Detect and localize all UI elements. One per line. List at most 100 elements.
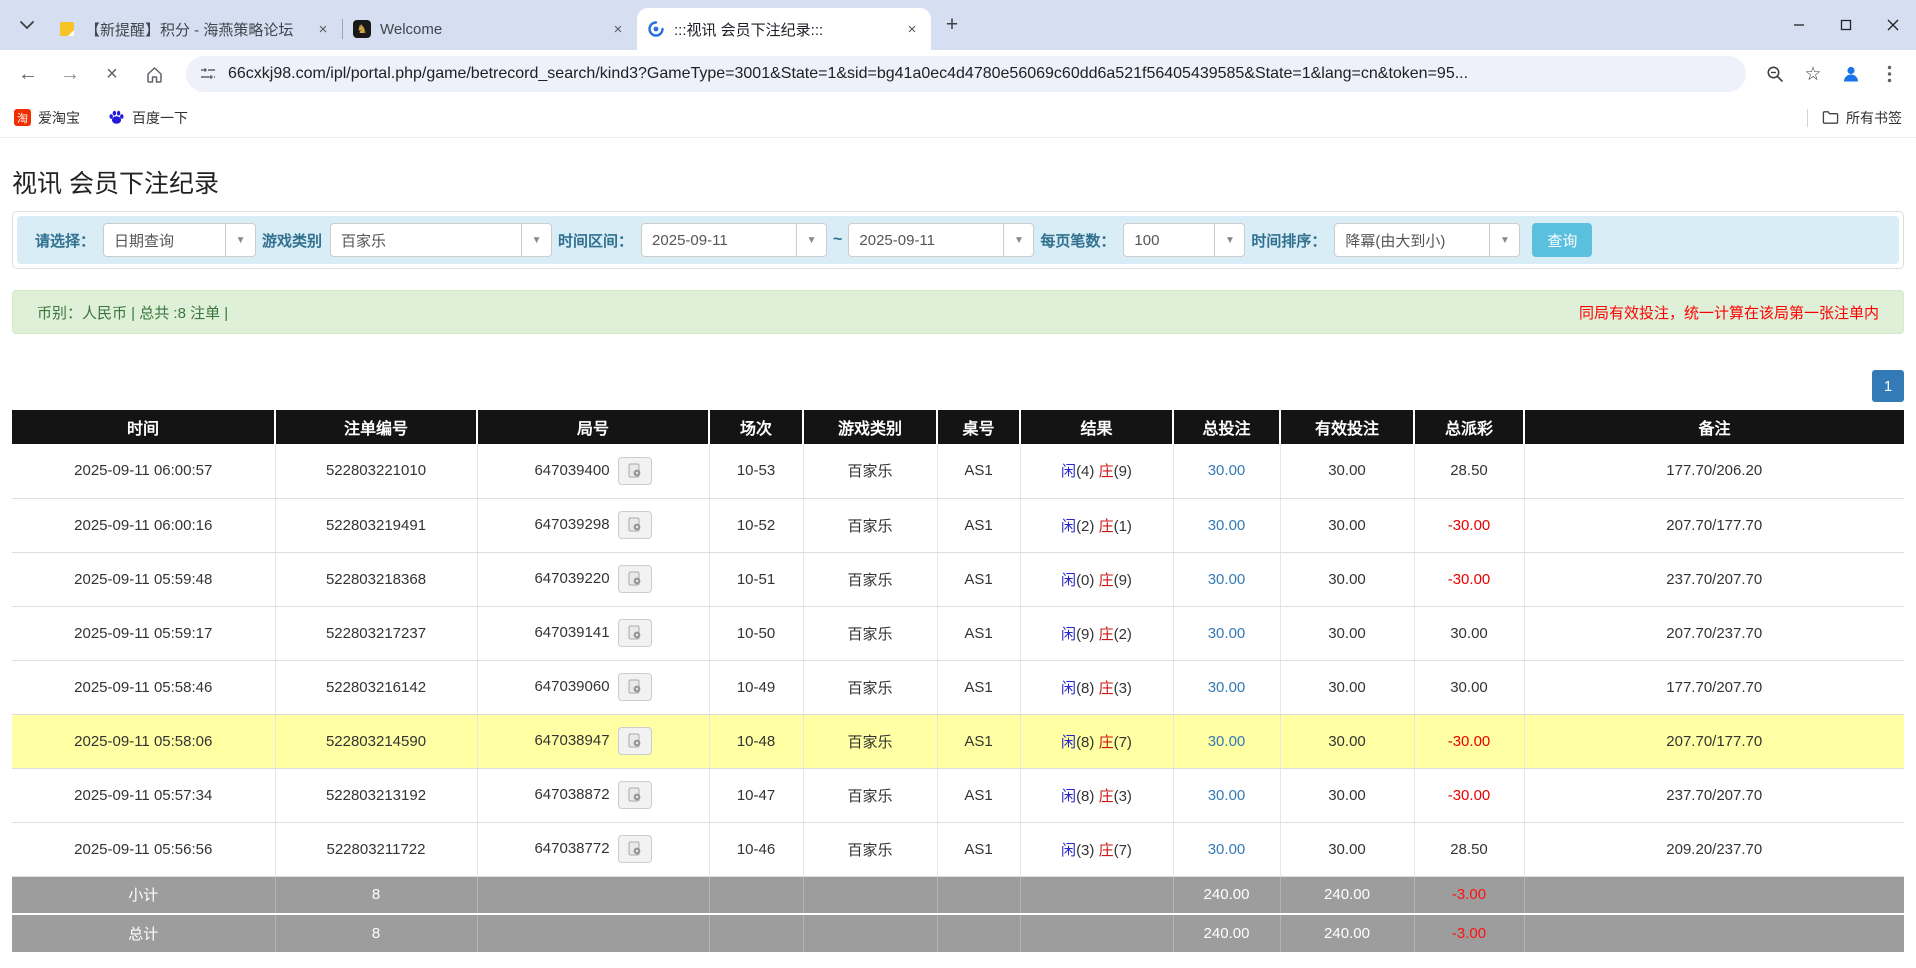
payout-cell: 28.50 [1414, 822, 1524, 876]
video-replay-button[interactable] [618, 565, 652, 593]
session-cell: 10-48 [709, 714, 803, 768]
total-bet-cell: 30.00 [1173, 714, 1280, 768]
bet-id-cell: 522803211722 [275, 822, 477, 876]
note-cell: 209.20/237.70 [1524, 822, 1904, 876]
table-row[interactable]: 2025-09-11 05:57:34522803213192647038872… [12, 768, 1904, 822]
footer-payout: -3.00 [1414, 914, 1524, 952]
payout-cell: 28.50 [1414, 444, 1524, 498]
per-page-select[interactable]: 100 ▼ [1123, 223, 1245, 257]
video-replay-button[interactable] [618, 835, 652, 863]
range-separator: ~ [833, 231, 842, 249]
all-bookmarks[interactable]: 所有书签 [1807, 108, 1902, 128]
video-replay-button[interactable] [618, 727, 652, 755]
result-player-label: 闲 [1061, 572, 1076, 589]
col-total-bet: 总投注 [1173, 410, 1280, 444]
table-row[interactable]: 2025-09-11 05:59:48522803218368647039220… [12, 552, 1904, 606]
forward-icon[interactable]: → [52, 56, 88, 92]
sort-select[interactable]: 降冪(由大到小) ▼ [1334, 223, 1520, 257]
new-tab-button[interactable]: + [937, 10, 967, 40]
valid-bet-cell: 30.00 [1280, 768, 1414, 822]
bookmark-taobao[interactable]: 淘 爱淘宝 [14, 108, 80, 128]
total-bet-link[interactable]: 30.00 [1208, 625, 1246, 642]
video-replay-button[interactable] [618, 619, 652, 647]
bet-id-cell: 522803213192 [275, 768, 477, 822]
tab-welcome[interactable]: ♞ Welcome × [343, 8, 637, 50]
col-result: 结果 [1020, 410, 1173, 444]
chevron-down-icon: ▼ [1003, 224, 1033, 256]
minimize-button[interactable] [1775, 0, 1822, 50]
total-bet-link[interactable]: 30.00 [1208, 787, 1246, 804]
table-footer-row: 总计8240.00240.00-3.00 [12, 914, 1904, 952]
round-cell: 647039400 [477, 444, 709, 498]
site-info-tune-icon[interactable] [200, 66, 216, 82]
round-number: 647038772 [534, 840, 609, 857]
table-row[interactable]: 2025-09-11 06:00:16522803219491647039298… [12, 498, 1904, 552]
date-to-select[interactable]: 2025-09-11 ▼ [848, 223, 1034, 257]
tab-close-icon[interactable]: × [314, 20, 332, 38]
tab-bet-record[interactable]: :::视讯 会员下注纪录::: × [637, 8, 931, 50]
profile-avatar-icon[interactable] [1834, 57, 1868, 91]
zoom-icon[interactable] [1758, 57, 1792, 91]
session-cell: 10-47 [709, 768, 803, 822]
result-player-label: 闲 [1061, 680, 1076, 697]
result-cell: 闲(8) 庄(7) [1020, 714, 1173, 768]
browser-menu-kebab-icon[interactable] [1872, 57, 1906, 91]
total-bet-link[interactable]: 30.00 [1208, 517, 1246, 534]
maximize-button[interactable] [1822, 0, 1869, 50]
globe-swirl-icon [647, 20, 665, 38]
footer-count: 8 [275, 914, 477, 952]
page-number-button[interactable]: 1 [1872, 370, 1904, 402]
all-bookmarks-label: 所有书签 [1846, 108, 1902, 128]
back-icon[interactable]: ← [10, 56, 46, 92]
total-bet-cell: 30.00 [1173, 444, 1280, 498]
stop-loading-icon[interactable]: × [94, 56, 130, 92]
table-no-cell: AS1 [937, 552, 1020, 606]
payout-cell: -30.00 [1414, 714, 1524, 768]
tab-close-icon[interactable]: × [903, 20, 921, 38]
total-bet-link[interactable]: 30.00 [1208, 733, 1246, 750]
table-row[interactable]: 2025-09-11 06:00:57522803221010647039400… [12, 444, 1904, 498]
date-from-select[interactable]: 2025-09-11 ▼ [641, 223, 827, 257]
video-replay-button[interactable] [618, 511, 652, 539]
table-no-cell: AS1 [937, 606, 1020, 660]
video-replay-button[interactable] [618, 673, 652, 701]
total-bet-link[interactable]: 30.00 [1208, 841, 1246, 858]
video-replay-button[interactable] [618, 781, 652, 809]
footer-valid-bet: 240.00 [1280, 914, 1414, 952]
address-bar[interactable]: 66cxkj98.com/ipl/portal.php/game/betreco… [186, 56, 1746, 92]
total-bet-link[interactable]: 30.00 [1208, 462, 1246, 479]
note-cell: 207.70/177.70 [1524, 714, 1904, 768]
table-footer-row: 小计8240.00240.00-3.00 [12, 876, 1904, 914]
table-no-cell: AS1 [937, 714, 1020, 768]
table-row[interactable]: 2025-09-11 05:58:06522803214590647038947… [12, 714, 1904, 768]
forum-note-icon [58, 20, 76, 38]
total-bet-link[interactable]: 30.00 [1208, 571, 1246, 588]
session-cell: 10-46 [709, 822, 803, 876]
footer-total-bet: 240.00 [1173, 876, 1280, 914]
tab-forum[interactable]: 【新提醒】积分 - 海燕策略论坛 × [48, 8, 342, 50]
home-icon[interactable] [136, 56, 172, 92]
tab-close-icon[interactable]: × [609, 20, 627, 38]
bookmarks-separator [1807, 109, 1808, 127]
footer-payout: -3.00 [1414, 876, 1524, 914]
game-type-select[interactable]: 百家乐 ▼ [330, 223, 552, 257]
chevron-down-icon: ▼ [1489, 224, 1519, 256]
tab-search-chevron-icon[interactable] [10, 8, 44, 42]
table-row[interactable]: 2025-09-11 05:59:17522803217237647039141… [12, 606, 1904, 660]
result-cell: 闲(4) 庄(9) [1020, 444, 1173, 498]
footer-label: 总计 [12, 914, 275, 952]
table-row[interactable]: 2025-09-11 05:58:46522803216142647039060… [12, 660, 1904, 714]
payout-cell: 30.00 [1414, 660, 1524, 714]
query-type-select[interactable]: 日期查询 ▼ [103, 223, 256, 257]
col-session: 场次 [709, 410, 803, 444]
bookmark-baidu[interactable]: 百度一下 [108, 108, 188, 128]
bookmark-star-icon[interactable]: ☆ [1796, 57, 1830, 91]
table-row[interactable]: 2025-09-11 05:56:56522803211722647038772… [12, 822, 1904, 876]
table-no-cell: AS1 [937, 444, 1020, 498]
query-button[interactable]: 查询 [1532, 223, 1592, 257]
close-window-button[interactable] [1869, 0, 1916, 50]
note-cell: 237.70/207.70 [1524, 768, 1904, 822]
note-cell: 177.70/206.20 [1524, 444, 1904, 498]
video-replay-button[interactable] [618, 457, 652, 485]
total-bet-link[interactable]: 30.00 [1208, 679, 1246, 696]
